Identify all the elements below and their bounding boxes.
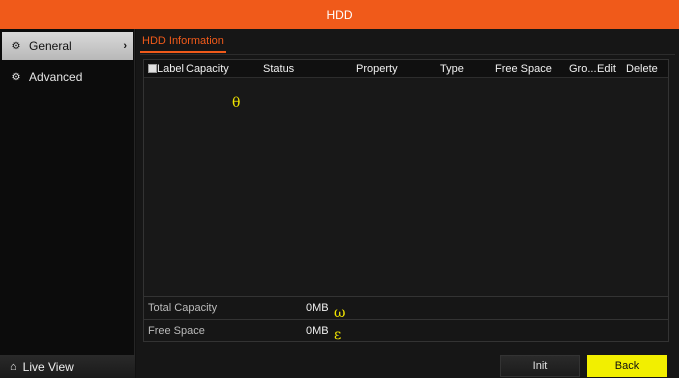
column-free-space[interactable]: Free Space (495, 63, 552, 75)
live-view-button[interactable]: ⌂ Live View (0, 355, 135, 378)
tab-hdd-information[interactable]: HDD Information (140, 35, 226, 53)
init-button[interactable]: Init (500, 355, 580, 377)
marker-epsilon: ε (334, 327, 342, 343)
home-icon: ⌂ (10, 360, 17, 373)
sidebar-item-advanced[interactable]: ⚙ Advanced (2, 63, 133, 91)
init-button-label: Init (532, 360, 548, 372)
column-group[interactable]: Gro... (569, 63, 597, 75)
sidebar: ⚙ General › ⚙ Advanced (0, 29, 135, 378)
tab-label: HDD Information (142, 35, 224, 47)
window-title-bar: HDD (0, 0, 679, 29)
free-space-label: Free Space (148, 325, 205, 337)
column-property[interactable]: Property (356, 63, 398, 75)
free-space-value: 0MB (306, 325, 329, 337)
marker-theta: θ (232, 95, 241, 111)
settings-icon: ⚙ (11, 71, 21, 83)
tab-divider (140, 54, 675, 55)
column-capacity[interactable]: Capacity (186, 63, 229, 75)
table-header: Label Capacity Status Property Type Free… (144, 60, 668, 78)
chevron-right-icon: › (123, 40, 127, 52)
total-capacity-row: Total Capacity 0MB (144, 297, 668, 319)
sidebar-item-general[interactable]: ⚙ General › (2, 32, 133, 60)
sidebar-item-label: Advanced (29, 70, 83, 84)
sidebar-item-label: General (29, 39, 72, 53)
column-delete[interactable]: Delete (626, 63, 658, 75)
marker-omega: ω (334, 305, 346, 321)
window-title: HDD (326, 7, 353, 22)
total-capacity-label: Total Capacity (148, 302, 218, 314)
column-type[interactable]: Type (440, 63, 464, 75)
gear-icon: ⚙ (11, 40, 21, 52)
column-label[interactable]: Label (157, 63, 184, 75)
free-space-row: Free Space 0MB (144, 320, 668, 342)
back-button[interactable]: Back (587, 355, 667, 377)
select-all-checkbox[interactable] (148, 64, 157, 73)
live-view-label: Live View (22, 359, 74, 374)
column-edit[interactable]: Edit (597, 63, 616, 75)
column-status[interactable]: Status (263, 63, 294, 75)
capacity-summary: Total Capacity 0MB Free Space 0MB ω ε (143, 296, 669, 343)
hdd-table: Label Capacity Status Property Type Free… (143, 59, 669, 322)
total-capacity-value: 0MB (306, 302, 329, 314)
back-button-label: Back (614, 360, 640, 372)
main-panel: HDD Information Label Capacity Status Pr… (136, 29, 679, 378)
